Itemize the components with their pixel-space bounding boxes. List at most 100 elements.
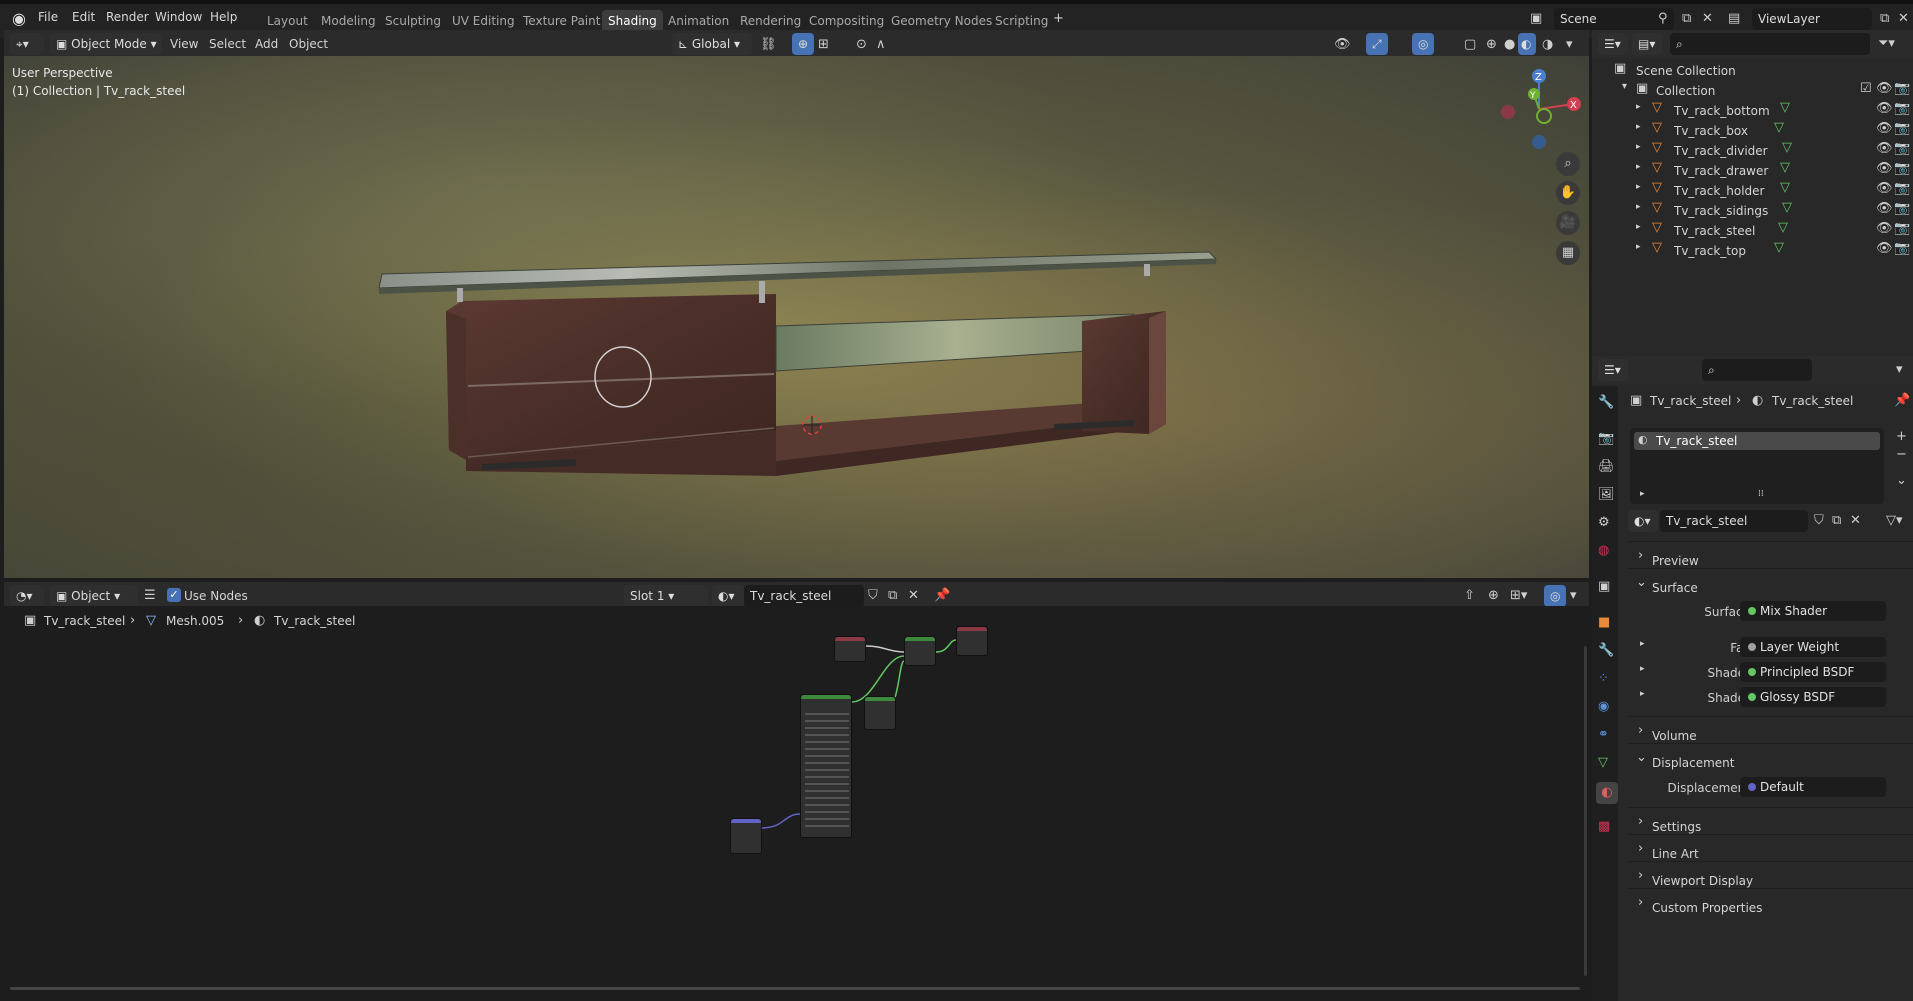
visibility-eye-icon[interactable]: 👁 [1876, 162, 1893, 175]
particles-tab-icon[interactable]: ⁘ [1598, 672, 1609, 685]
outliner-item-row[interactable]: ▸ ▽ Tv_rack_top ▽ 👁 📷 [1592, 238, 1913, 258]
outliner-item-row[interactable]: ▸ ▽ Tv_rack_steel ▽ 👁 📷 [1592, 218, 1913, 238]
fake-user-icon[interactable]: ⛉ [868, 589, 878, 602]
view-layer-selector[interactable]: ViewLayer [1752, 8, 1872, 30]
render-camera-icon[interactable]: 📷 [1894, 202, 1910, 215]
expand-arrow-icon[interactable]: ▸ [1636, 103, 1641, 112]
world-tab-icon[interactable]: ◍ [1598, 544, 1609, 557]
slot-specials-icon[interactable]: ⌄ [1896, 474, 1907, 487]
rendered-shading-icon[interactable]: ◑ [1542, 38, 1553, 51]
mesh-data-icon[interactable]: ▽ [1780, 161, 1790, 174]
view-layer-tab-icon[interactable]: 🖼 [1598, 488, 1615, 501]
render-tab-icon[interactable]: 📷 [1598, 432, 1614, 445]
data-tab-icon[interactable]: ▽ [1598, 756, 1608, 769]
hamburger-menu-icon[interactable]: ☰ [144, 589, 156, 602]
duplicate-material-icon[interactable]: ⧉ [1832, 514, 1841, 527]
collection-checkbox-icon[interactable]: ☑ [1860, 82, 1872, 95]
mesh-data-icon[interactable]: ▽ [1780, 181, 1790, 194]
overlay-toggle[interactable]: ◎ [1412, 33, 1434, 55]
surface-section[interactable]: ⌄ Surface [1628, 568, 1913, 595]
render-camera-icon[interactable]: 📷 [1894, 82, 1910, 95]
render-camera-icon[interactable]: 📷 [1894, 222, 1910, 235]
tab-shading[interactable]: Shading [602, 10, 663, 32]
node-editor-type-button[interactable]: ◔▾ [10, 585, 44, 607]
texture-tab-icon[interactable]: ▩ [1598, 820, 1610, 833]
shader-1-field[interactable]: Principled BSDF [1740, 662, 1886, 682]
material-slot-item[interactable]: ◐ Tv_rack_steel [1634, 432, 1880, 450]
ortho-grid-icon[interactable]: ▦ [1556, 241, 1580, 265]
shading-options-icon[interactable]: ▾ [1566, 38, 1573, 51]
camera-icon[interactable]: 🎥 [1556, 211, 1580, 235]
use-nodes-checkbox[interactable]: ✓ [167, 588, 181, 602]
surface-shader-field[interactable]: Mix Shader [1740, 601, 1886, 621]
render-camera-icon[interactable]: 📷 [1894, 122, 1910, 135]
render-camera-icon[interactable]: 📷 [1894, 142, 1910, 155]
visibility-eye-icon[interactable]: 👁 [1876, 202, 1893, 215]
slot-selector[interactable]: Slot 1 ▾ [624, 585, 708, 607]
fake-user-icon[interactable]: ⛉ [1814, 514, 1824, 527]
properties-search-input[interactable]: ⌕ [1702, 359, 1812, 381]
volume-section[interactable]: › Volume [1628, 716, 1913, 743]
zoom-icon[interactable]: ⌕ [1556, 152, 1580, 176]
tab-geometry-nodes[interactable]: Geometry Nodes [885, 10, 998, 32]
physics-tab-icon[interactable]: ◉ [1598, 700, 1609, 713]
texture-coordinate-node[interactable] [730, 818, 762, 854]
snap-element-icon[interactable]: ⊞▾ [1510, 589, 1527, 602]
fac-input-field[interactable]: Layer Weight [1740, 637, 1886, 657]
scene-tab-icon[interactable]: ⚙ [1598, 516, 1610, 529]
tab-texture-paint[interactable]: Texture Paint [517, 10, 606, 32]
render-camera-icon[interactable]: 📷 [1894, 182, 1910, 195]
visibility-eye-icon[interactable]: 👁 [1876, 182, 1893, 195]
collection-row[interactable]: ▾ ▣ Collection ☑ 👁 📷 [1592, 78, 1913, 99]
menu-edit[interactable]: Edit [72, 10, 95, 24]
menu-file[interactable]: File [38, 10, 58, 24]
menu-view[interactable]: View [170, 37, 198, 51]
shader-2-field[interactable]: Glossy BSDF [1740, 687, 1886, 707]
menu-help[interactable]: Help [210, 10, 237, 24]
remove-slot-icon[interactable]: − [1896, 448, 1907, 461]
render-camera-icon[interactable]: 📷 [1894, 102, 1910, 115]
tab-scripting[interactable]: Scripting [989, 10, 1054, 32]
settings-section[interactable]: › Settings [1628, 807, 1913, 834]
material-browse-button[interactable]: ◐▾ [1628, 510, 1658, 532]
principled-bsdf-node[interactable] [800, 694, 852, 838]
properties-options-icon[interactable]: ▾ [1896, 363, 1903, 376]
pin-icon[interactable]: 📌 [1894, 394, 1910, 407]
expand-arrow-icon[interactable]: ▸ [1636, 243, 1641, 252]
glossy-bsdf-node[interactable] [864, 696, 896, 730]
material-tab-icon[interactable]: ◐ [1596, 782, 1618, 804]
modifier-tab-icon[interactable]: 🔧 [1598, 644, 1614, 657]
3d-viewport[interactable]: User Perspective (1) Collection | Tv_rac… [4, 56, 1589, 578]
mix-shader-node[interactable] [904, 636, 936, 666]
menu-window[interactable]: Window [155, 10, 202, 24]
visibility-icon[interactable]: 👁 [1334, 38, 1351, 51]
mesh-data-icon[interactable]: ▽ [1780, 101, 1790, 114]
expand-arrow-icon[interactable]: ▸ [1636, 143, 1641, 152]
viewport-display-section[interactable]: › Viewport Display [1628, 861, 1913, 888]
visibility-eye-icon[interactable]: 👁 [1876, 122, 1893, 135]
material-slot-list[interactable]: ◐ Tv_rack_steel ▸ ⁞⁞ [1630, 428, 1884, 504]
remove-scene-icon[interactable]: ✕ [1702, 12, 1713, 25]
mesh-data-icon[interactable]: ▽ [1782, 141, 1792, 154]
constraints-tab-icon[interactable]: ⚭ [1598, 728, 1609, 741]
list-resize-handle-icon[interactable]: ⁞⁞ [1758, 490, 1764, 499]
expand-arrow-icon[interactable]: ▸ [1636, 203, 1641, 212]
tab-layout[interactable]: Layout [261, 10, 314, 32]
proportional-edit-icon[interactable]: ⊙ [856, 38, 867, 51]
pivot-icon[interactable]: ⛓ [760, 38, 777, 51]
editor-type-button[interactable]: ⌖▾ [10, 33, 44, 55]
new-view-layer-icon[interactable]: ⧉ [1880, 12, 1889, 25]
tab-compositing[interactable]: Compositing [803, 10, 890, 32]
navigation-gizmo[interactable]: Z X Y [1494, 64, 1584, 154]
custom-properties-section[interactable]: › Custom Properties [1628, 888, 1913, 915]
solid-shading-icon[interactable]: ● [1504, 38, 1515, 51]
render-camera-icon[interactable]: 📷 [1894, 242, 1910, 255]
unlink-material-icon[interactable]: ✕ [908, 589, 919, 602]
scene-icon[interactable]: ▣ [1530, 12, 1542, 25]
new-scene-icon[interactable]: ⧉ [1682, 12, 1691, 25]
mode-selector[interactable]: ▣ Object Mode ▾ [50, 33, 162, 55]
tool-tab-icon[interactable]: 🔧 [1598, 396, 1614, 409]
snap-toggle[interactable]: ⊕ [792, 33, 814, 55]
tab-modeling[interactable]: Modeling [315, 10, 382, 32]
transform-orientation-selector[interactable]: ⊾ Global ▾ [672, 33, 752, 55]
